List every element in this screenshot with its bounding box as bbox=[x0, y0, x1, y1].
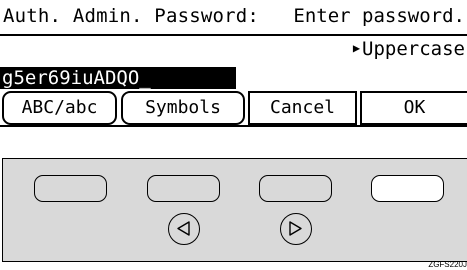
lcd-header-row: Auth. Admin. Password: Enter password. bbox=[0, 0, 467, 36]
selection-key-4[interactable] bbox=[371, 175, 444, 202]
lcd-display: Auth. Admin. Password: Enter password. ▶… bbox=[0, 0, 467, 128]
cancel-button[interactable]: Cancel bbox=[248, 91, 357, 125]
symbols-button[interactable]: Symbols bbox=[121, 91, 245, 125]
ok-button[interactable]: OK bbox=[360, 91, 467, 125]
cursor-right-button[interactable] bbox=[280, 213, 312, 245]
input-mode-label: Uppercase bbox=[362, 38, 465, 60]
figure-code: ZGFS220J bbox=[428, 260, 467, 269]
mode-arrow-icon: ▶ bbox=[352, 41, 361, 55]
control-panel bbox=[2, 158, 467, 262]
abc-toggle-button[interactable]: ABC/abc bbox=[2, 91, 117, 125]
cursor-left-button[interactable] bbox=[168, 213, 200, 245]
left-triangle-icon bbox=[177, 221, 190, 236]
selection-key-2[interactable] bbox=[147, 175, 220, 202]
lcd-bottom-border bbox=[0, 125, 467, 127]
password-input[interactable]: g5er69iuADQO_ bbox=[0, 67, 236, 89]
right-triangle-icon bbox=[289, 221, 302, 236]
input-mode-indicator: ▶ Uppercase bbox=[353, 38, 465, 60]
softkey-row: ABC/abc Symbols Cancel OK bbox=[0, 91, 467, 127]
screen-title: Auth. Admin. Password: bbox=[3, 5, 260, 27]
selection-key-3[interactable] bbox=[259, 175, 332, 202]
prompt-message: Enter password. bbox=[293, 5, 465, 27]
lcd-mode-row: ▶ Uppercase bbox=[0, 36, 467, 66]
selection-key-1[interactable] bbox=[34, 175, 107, 202]
